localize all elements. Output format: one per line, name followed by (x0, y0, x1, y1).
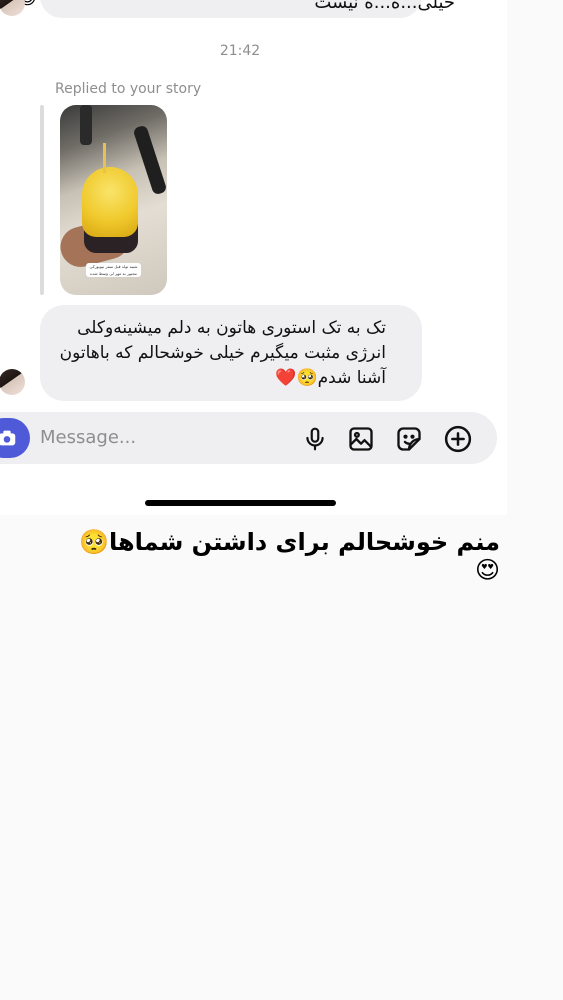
story-cake-frosting (82, 167, 138, 237)
sticker-icon (397, 427, 421, 451)
replied-to-story-label: Replied to your story (55, 81, 202, 97)
story-person-leg (132, 124, 167, 196)
message-bubble[interactable]: تک به تک استوری هاتون به دلم میشینه‌وکلی… (40, 305, 422, 401)
chat-screen: 😊 خیلی...ه...ه نیست 21:42 Replied to you… (0, 0, 507, 515)
camera-icon (0, 430, 16, 446)
home-indicator (145, 500, 336, 506)
story-thumbnail[interactable]: شبیه تولد قبل سفر نیویورکی مجبور به مهر … (60, 105, 167, 295)
previous-message-text: خیلی...ه...ه نیست (314, 0, 455, 13)
caption-text: منم خوشحالم برای داشتن شماها🥺😍 (79, 528, 500, 584)
message-input[interactable]: Message... (40, 427, 136, 448)
story-text-sticker: شبیه تولد قبل سفر نیویورکی مجبور به مهر … (86, 263, 141, 277)
story-person-leg (80, 105, 92, 145)
message-timestamp: 21:42 (219, 43, 261, 59)
story-candle (103, 143, 106, 173)
add-button[interactable] (443, 424, 473, 454)
add-icon (444, 425, 472, 453)
sender-avatar[interactable] (0, 0, 25, 16)
sticker-button[interactable] (394, 424, 424, 454)
gallery-button[interactable] (346, 424, 376, 454)
sender-avatar[interactable] (0, 369, 25, 395)
microphone-icon (306, 427, 324, 451)
gallery-icon (349, 427, 373, 451)
reply-indicator-bar (40, 105, 44, 295)
message-text: تک به تک استوری هاتون به دلم میشینه‌وکلی… (59, 318, 386, 388)
voice-message-button[interactable] (300, 424, 330, 454)
